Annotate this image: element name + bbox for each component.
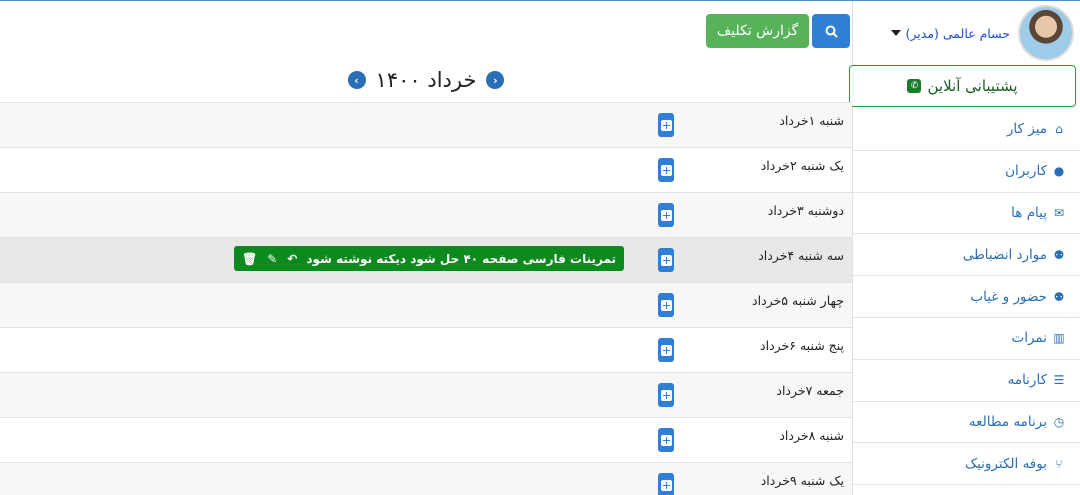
add-homework-button[interactable] [658,338,674,362]
plus-square-icon [660,254,672,266]
day-label: یک شنبه ۹خرداد [760,473,844,488]
add-homework-button[interactable] [658,383,674,407]
sidebar-item-messages[interactable]: ✉ پیام ها [852,193,1080,235]
plus-square-icon [660,299,672,311]
sidebar-item-label: کارنامه [1007,372,1047,389]
sidebar-item-label: پیام ها [1011,204,1047,221]
plus-square-icon [660,434,672,446]
reply-icon[interactable]: ↶ [287,252,297,266]
homework-task-text: تمرینات فارسی صفحه ۴۰ حل شود دیکته نوشته… [307,251,616,266]
day-row: دوشنبه ۳خرداد [0,192,852,237]
sidebar-item-label: نمرات [1011,330,1047,347]
month-title: خرداد ۱۴۰۰ [375,68,477,92]
add-homework-button[interactable] [658,248,674,272]
day-list: شنبه ۱خرداد یک شنبه ۲خرداد دوشنبه ۳خرداد… [0,102,852,495]
search-button[interactable] [812,14,850,48]
day-row: پنج شنبه ۶خرداد [0,327,852,372]
day-label: شنبه ۱خرداد [779,113,844,128]
plus-square-icon [660,479,672,491]
clock-icon: ◷ [1053,414,1065,429]
sidebar-item-users[interactable]: ● کاربران [852,151,1080,193]
day-label: شنبه ۸خرداد [779,428,844,443]
day-label: دوشنبه ۳خرداد [767,203,844,218]
sidebar-item-study-plan[interactable]: ◷ برنامه مطالعه [852,402,1080,444]
day-row: شنبه ۱خرداد [0,102,852,147]
day-row: شنبه ۸خرداد [0,417,852,462]
bar-chart-icon: ▥ [1053,331,1065,346]
user-name: حسام عالمی (مدیر) [905,25,1010,41]
user-box[interactable]: حسام عالمی (مدیر) [853,1,1080,65]
add-homework-button[interactable] [658,158,674,182]
plus-square-icon [660,209,672,221]
sidebar-menu: ⌂ میز کار ● کاربران ✉ پیام ها ⚉ موارد ان… [852,109,1080,486]
sidebar-item-discipline[interactable]: ⚉ موارد انضباطی [852,234,1080,277]
homework-report-button[interactable]: گزارش تکلیف [706,14,809,48]
search-icon [825,25,838,38]
cutlery-icon: ⑂ [1055,456,1063,471]
sidebar-item-cafeteria[interactable]: ⑂ بوفه الکترونیک [852,443,1080,486]
add-homework-button[interactable] [658,293,674,317]
support-label: پشتیبانی آنلاین [927,77,1018,95]
sidebar-item-label: کاربران [1005,163,1047,180]
day-row: یک شنبه ۹خرداد [0,462,852,495]
sidebar-item-label: موارد انضباطی [962,246,1047,263]
sidebar-item-grades[interactable]: ▥ نمرات [852,318,1080,360]
next-month-icon[interactable]: ‹ [347,71,366,89]
add-homework-button[interactable] [658,113,674,137]
list-icon: ☰ [1053,373,1065,388]
plus-square-icon [660,119,672,131]
sidebar-item-label: حضور و غیاب [970,288,1047,305]
day-row: جمعه ۷خرداد [0,372,852,417]
plus-square-icon [660,344,672,356]
sidebar-item-label: بوفه الکترونیک [965,455,1047,472]
sidebar-item-report-card[interactable]: ☰ کارنامه [852,360,1080,402]
plus-square-icon [660,389,672,401]
day-label: یک شنبه ۲خرداد [760,158,844,173]
day-label: سه شنبه ۴خرداد [758,248,844,263]
sidebar-item-label: میز کار [1006,121,1047,138]
day-row: چهار شنبه ۵خرداد [0,282,852,327]
month-navigation: ‹ خرداد ۱۴۰۰ › [0,65,852,95]
home-icon: ⌂ [1055,122,1063,137]
envelope-icon: ✉ [1053,205,1065,220]
user-icon: ● [1053,164,1065,179]
homework-task[interactable]: تمرینات فارسی صفحه ۴۰ حل شود دیکته نوشته… [234,246,624,271]
online-support-button[interactable]: پشتیبانی آنلاین ✆ [849,65,1076,107]
caret-down-icon [890,30,901,36]
day-row: سه شنبه ۴خرداد تمرینات فارسی صفحه ۴۰ حل … [0,237,852,282]
trash-icon[interactable]: 🗑 [242,252,257,266]
whatsapp-icon: ✆ [907,79,922,93]
day-label: جمعه ۷خرداد [776,383,844,398]
sidebar-item-attendance[interactable]: ⚉ حضور و غیاب [852,276,1080,318]
avatar [1018,5,1074,61]
day-label: پنج شنبه ۶خرداد [760,338,844,353]
day-label: چهار شنبه ۵خرداد [752,293,844,308]
previous-month-icon[interactable]: › [486,71,505,89]
pencil-icon[interactable]: ✎ [267,252,277,266]
plus-square-icon [660,164,672,176]
add-homework-button[interactable] [658,428,674,452]
sidebar-item-dashboard[interactable]: ⌂ میز کار [852,109,1080,151]
sidebar: حسام عالمی (مدیر) پشتیبانی آنلاین ✆ ⌂ می… [849,1,1080,495]
day-row: یک شنبه ۲خرداد [0,147,852,192]
add-homework-button[interactable] [658,473,674,495]
homework-report-label: گزارش تکلیف [716,23,799,39]
page: حسام عالمی (مدیر) پشتیبانی آنلاین ✆ ⌂ می… [0,0,1080,495]
sidebar-item-label: برنامه مطالعه [968,413,1047,430]
users-icon: ⚉ [1053,247,1065,262]
users-icon: ⚉ [1053,289,1065,304]
add-homework-button[interactable] [658,203,674,227]
user-menu-toggle[interactable]: حسام عالمی (مدیر) [890,25,1010,41]
